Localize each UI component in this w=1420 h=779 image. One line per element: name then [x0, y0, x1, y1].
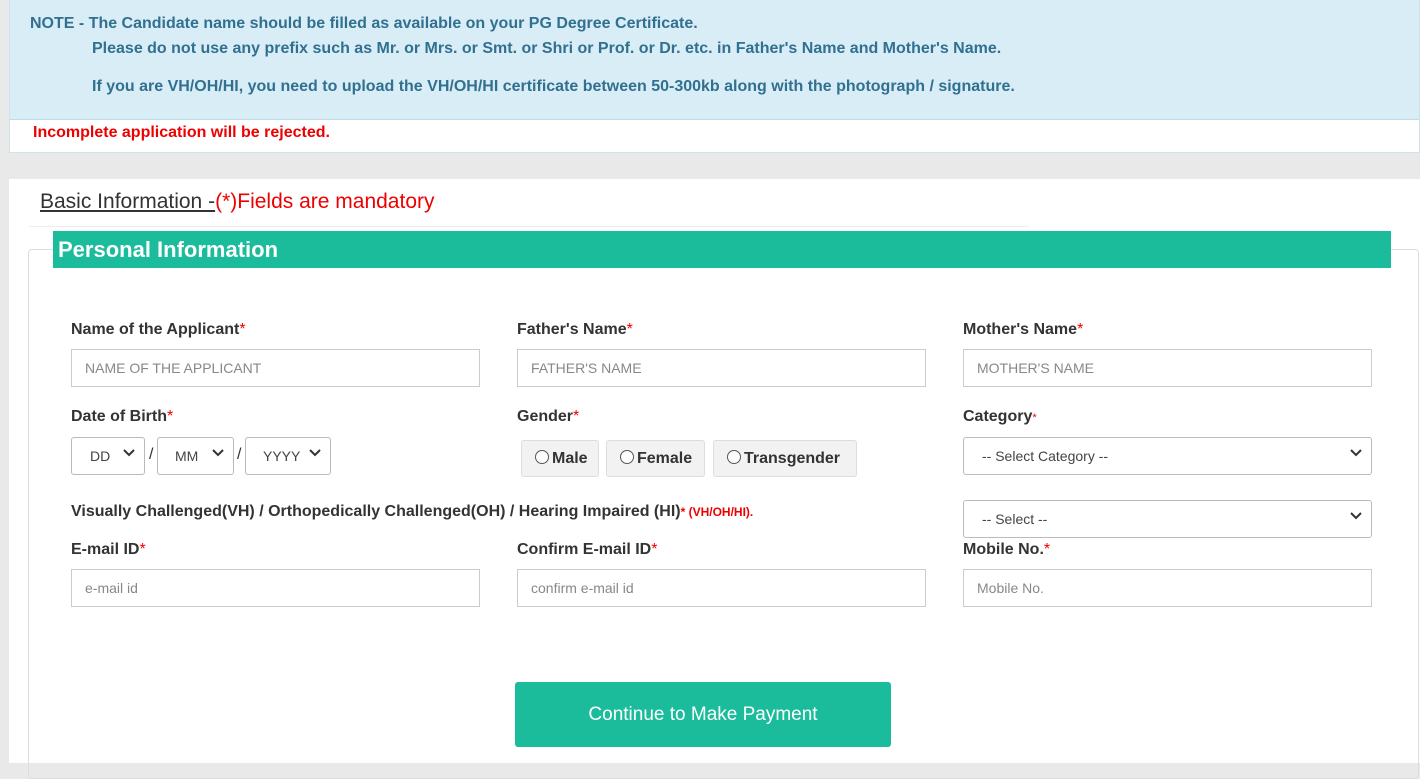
rejection-warning: Incomplete application will be rejected.	[33, 124, 330, 141]
mother-name-label-text: Mother's Name	[963, 321, 1078, 338]
dob-separator: /	[149, 446, 154, 463]
required-mark: *	[167, 408, 174, 425]
category-label: Category*	[963, 408, 1037, 426]
gender-option-label: Transgender	[744, 450, 841, 467]
form-panel: Basic Information -(*)Fields are mandato…	[9, 179, 1420, 779]
category-value: -- Select Category --	[982, 448, 1109, 464]
radio-unchecked-icon	[620, 450, 634, 464]
dob-label: Date of Birth*	[71, 408, 173, 426]
confirm-email-label: Confirm E-mail ID*	[517, 541, 657, 559]
note-line-3: If you are VH/OH/HI, you need to upload …	[92, 78, 1015, 95]
dob-month-select[interactable]: MM	[157, 437, 234, 475]
required-mark: *	[651, 541, 658, 558]
required-mark: *	[139, 541, 146, 558]
required-mark: *	[573, 408, 580, 425]
dob-label-text: Date of Birth	[71, 408, 167, 425]
category-label-text: Category	[963, 408, 1033, 425]
required-mark: *	[1077, 321, 1084, 338]
mandatory-note: (*)Fields are mandatory	[215, 190, 435, 213]
father-name-input[interactable]	[517, 349, 926, 387]
chevron-down-icon	[123, 449, 135, 457]
radio-unchecked-icon	[727, 450, 741, 464]
confirm-email-label-text: Confirm E-mail ID	[517, 541, 652, 558]
continue-payment-button[interactable]: Continue to Make Payment	[515, 682, 891, 747]
divider	[29, 226, 1029, 227]
gender-radio-transgender[interactable]: Transgender	[713, 440, 857, 477]
chevron-down-icon	[309, 449, 321, 457]
gender-radio-female[interactable]: Female	[606, 440, 705, 477]
chevron-down-icon	[1350, 512, 1362, 520]
category-select[interactable]: -- Select Category --	[963, 437, 1372, 475]
personal-info-legend: Personal Information	[53, 231, 1391, 268]
applicant-name-label-text: Name of the Applicant	[71, 321, 240, 338]
required-mark: *	[1032, 412, 1037, 424]
applicant-name-label: Name of the Applicant*	[71, 321, 246, 339]
email-label-text: E-mail ID	[71, 541, 140, 558]
disability-note: * (VH/OH/HI).	[680, 505, 754, 519]
disability-label: Visually Challenged(VH) / Orthopedically…	[71, 503, 753, 521]
dob-year-value: YYYY	[263, 448, 301, 464]
mother-name-input[interactable]	[963, 349, 1372, 387]
email-label: E-mail ID*	[71, 541, 146, 559]
radio-unchecked-icon	[535, 450, 549, 464]
gender-radio-male[interactable]: Male	[521, 440, 599, 477]
gender-option-label: Female	[637, 450, 693, 467]
mobile-label: Mobile No.*	[963, 541, 1050, 559]
dob-day-value: DD	[90, 448, 111, 464]
section-title-text: Basic Information -	[40, 190, 216, 213]
required-mark: *	[1043, 541, 1051, 558]
applicant-name-input[interactable]	[71, 349, 480, 387]
dob-day-select[interactable]: DD	[71, 437, 145, 475]
required-mark: *	[239, 321, 246, 338]
dob-month-value: MM	[175, 448, 199, 464]
mobile-input[interactable]	[963, 569, 1372, 607]
notice-box: NOTE - The Candidate name should be fill…	[9, 0, 1420, 153]
dob-separator: /	[237, 446, 242, 463]
gender-label-text: Gender	[517, 408, 574, 425]
confirm-email-input[interactable]	[517, 569, 926, 607]
note-line-2: Please do not use any prefix such as Mr.…	[92, 40, 1002, 57]
note-line-1: NOTE - The Candidate name should be fill…	[30, 15, 698, 32]
mobile-label-text: Mobile No.	[963, 541, 1044, 558]
father-name-label-text: Father's Name	[517, 321, 627, 338]
required-mark: *	[626, 321, 633, 338]
dob-year-select[interactable]: YYYY	[245, 437, 331, 475]
gender-label: Gender*	[517, 408, 579, 426]
disability-label-text: Visually Challenged(VH) / Orthopedically…	[71, 503, 681, 520]
email-input[interactable]	[71, 569, 480, 607]
father-name-label: Father's Name*	[517, 321, 633, 339]
section-title: Basic Information -(*)Fields are mandato…	[40, 190, 435, 214]
gender-option-label: Male	[552, 450, 588, 467]
disability-select[interactable]: -- Select --	[963, 500, 1372, 538]
notice-banner: NOTE - The Candidate name should be fill…	[10, 0, 1419, 120]
mother-name-label: Mother's Name*	[963, 321, 1083, 339]
chevron-down-icon	[212, 449, 224, 457]
disability-value: -- Select --	[982, 511, 1048, 527]
chevron-down-icon	[1350, 449, 1362, 457]
